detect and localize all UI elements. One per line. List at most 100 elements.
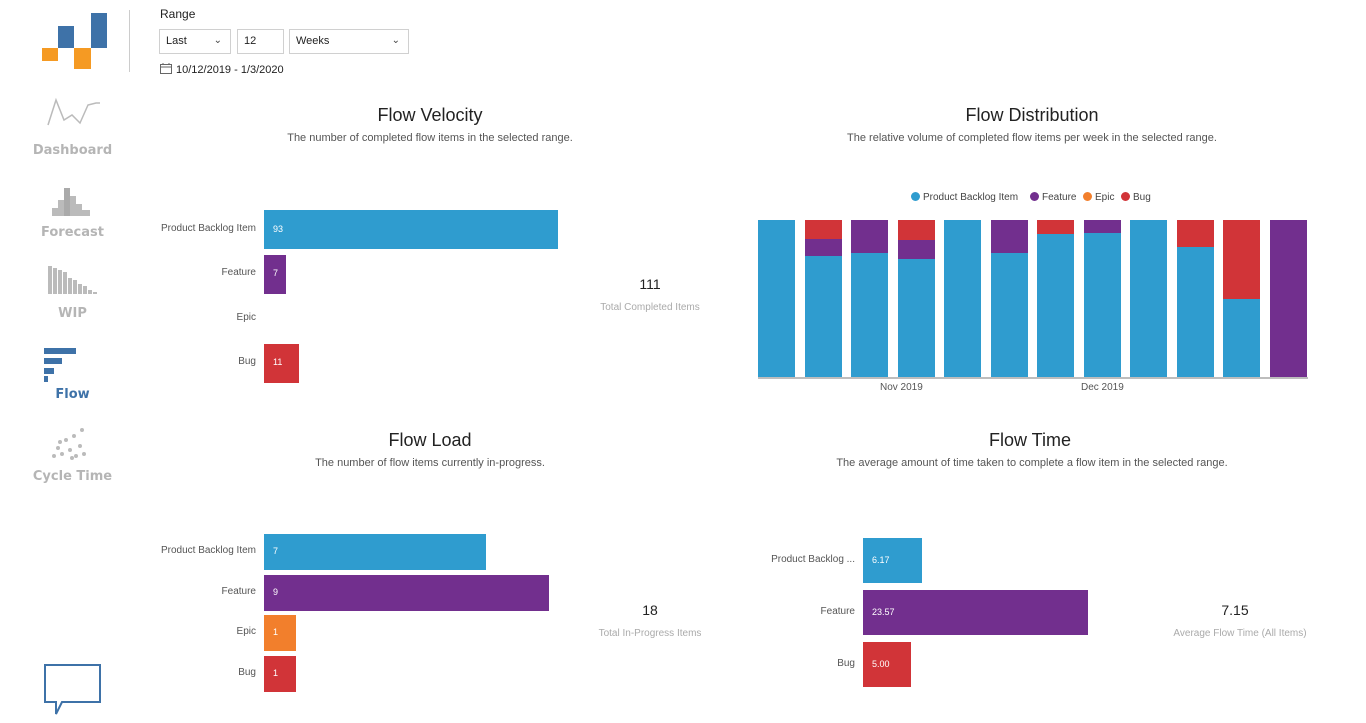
category-label: Feature (221, 585, 256, 597)
stacked-segment[interactable] (1037, 234, 1074, 377)
stacked-segment[interactable] (1223, 298, 1260, 377)
sidebar-item-wip[interactable]: WIP (0, 264, 145, 322)
stacked-segment[interactable] (897, 220, 935, 241)
date-range: 10/12/2019 - 1/3/2020 (160, 63, 284, 77)
bar-value-label: 23.57 (872, 606, 895, 617)
legend-label: Feature (1042, 192, 1077, 203)
speech-bubble-icon[interactable] (44, 664, 102, 718)
velocity-kpi-value: 111 (639, 276, 661, 292)
bar-value-label: 7 (273, 268, 279, 278)
category-label: Product Backlog Item (160, 222, 256, 234)
range-unit-value: Weeks (296, 35, 330, 47)
legend-label: Product Backlog Item (923, 192, 1019, 203)
time-subtitle: The average amount of time taken to comp… (836, 457, 1228, 469)
x-tick-label: Nov 2019 (880, 382, 923, 393)
stacked-segment[interactable] (1130, 220, 1167, 377)
stacked-segment[interactable] (897, 240, 935, 260)
chevron-down-icon: ⌄ (213, 35, 222, 46)
bar-value-label: 9 (273, 586, 279, 597)
sidebar-item-label: Cycle Time (32, 469, 113, 484)
bar[interactable] (264, 574, 549, 611)
distribution-subtitle: The relative volume of completed flow it… (847, 132, 1217, 144)
legend-swatch (911, 192, 920, 201)
sidebar: Dashboard Forecast WIP Flow Cycle Time (0, 0, 145, 723)
sidebar-item-label: WIP (58, 306, 87, 321)
bar[interactable] (863, 590, 1088, 635)
range-unit-select[interactable]: Weeks ⌄ (289, 29, 409, 54)
stacked-segment[interactable] (897, 259, 935, 377)
sidebar-item-flow[interactable]: Flow (0, 346, 145, 404)
legend-swatch (1121, 192, 1130, 201)
stacked-segment[interactable] (804, 238, 842, 257)
bar-value-label: 1 (273, 627, 279, 637)
category-label: Feature (221, 267, 256, 278)
bar[interactable] (264, 615, 296, 651)
category-label: Feature (820, 605, 855, 617)
sidebar-item-label: Forecast (41, 225, 104, 240)
category-label: Bug (837, 657, 855, 669)
chevron-down-icon: ⌄ (391, 35, 400, 46)
sidebar-item-label: Dashboard (32, 143, 113, 158)
x-axis-line (758, 377, 1308, 379)
sidebar-item-dashboard[interactable]: Dashboard (0, 95, 145, 163)
range-mode-select[interactable]: Last ⌄ (159, 29, 231, 54)
stacked-segment[interactable] (1269, 220, 1307, 377)
category-label: Bug (238, 666, 256, 678)
bar[interactable] (264, 210, 558, 249)
bar-value-label: 6.17 (872, 554, 890, 565)
sidebar-item-label: Flow (55, 387, 90, 402)
time-title: Flow Time (988, 430, 1071, 450)
stacked-segment[interactable] (1223, 220, 1260, 299)
category-label: Product Backlog Item (160, 545, 256, 556)
category-label: Epic (236, 311, 256, 323)
range-count-value: 12 (244, 35, 257, 47)
stacked-segment[interactable] (990, 220, 1028, 253)
bar-value-label: 1 (273, 667, 279, 678)
legend-item[interactable]: Bug (1121, 192, 1151, 203)
stacked-segment[interactable] (851, 220, 888, 253)
sidebar-item-forecast[interactable]: Forecast (0, 186, 145, 244)
scatter-icon (52, 428, 86, 460)
legend-item[interactable]: Epic (1083, 192, 1114, 203)
date-range-text: 10/12/2019 - 1/3/2020 (176, 63, 284, 76)
velocity-title: Flow Velocity (377, 105, 483, 125)
bar-value-label: 93 (273, 223, 284, 234)
sidebar-divider (129, 10, 130, 72)
load-kpi-label: Total In-Progress Items (598, 628, 702, 639)
stacked-segment[interactable] (804, 256, 842, 377)
stacked-segment[interactable] (1083, 232, 1121, 377)
legend-swatch (1083, 192, 1092, 201)
bar-value-label: 5.00 (872, 658, 890, 669)
category-label: Product Backlog ... (771, 553, 855, 565)
line-chart-icon (47, 97, 100, 126)
bar[interactable] (264, 655, 296, 692)
calendar-icon (160, 63, 172, 77)
stacked-segment[interactable] (804, 220, 842, 239)
load-title: Flow Load (388, 430, 472, 450)
legend-item[interactable]: Product Backlog Item (911, 192, 1018, 203)
stacked-segment[interactable] (990, 252, 1028, 377)
legend-item[interactable]: Feature (1030, 192, 1076, 203)
category-label: Epic (236, 626, 256, 637)
flow-bars-icon (44, 348, 76, 382)
bar-value-label: 7 (273, 546, 279, 556)
range-mode-value: Last (166, 35, 187, 47)
stacked-segment[interactable] (1083, 220, 1121, 233)
legend-label: Epic (1095, 192, 1115, 203)
stacked-segment[interactable] (758, 220, 795, 377)
bar-value-label: 11 (273, 357, 283, 367)
stacked-segment[interactable] (1037, 220, 1074, 235)
stacked-segment[interactable] (1176, 220, 1214, 247)
load-subtitle: The number of flow items currently in-pr… (315, 457, 545, 469)
stacked-segment[interactable] (1176, 246, 1214, 377)
time-kpi-label: Average Flow Time (All Items) (1173, 628, 1307, 639)
range-label: Range (160, 7, 196, 21)
load-kpi-value: 18 (642, 602, 658, 618)
range-count-input[interactable]: 12 (237, 29, 284, 54)
bar[interactable] (264, 534, 486, 570)
legend-label: Bug (1133, 192, 1151, 203)
distribution-title: Flow Distribution (965, 105, 1099, 125)
stacked-segment[interactable] (944, 220, 981, 377)
stacked-segment[interactable] (851, 252, 888, 377)
sidebar-item-cycle-time[interactable]: Cycle Time (0, 428, 145, 486)
